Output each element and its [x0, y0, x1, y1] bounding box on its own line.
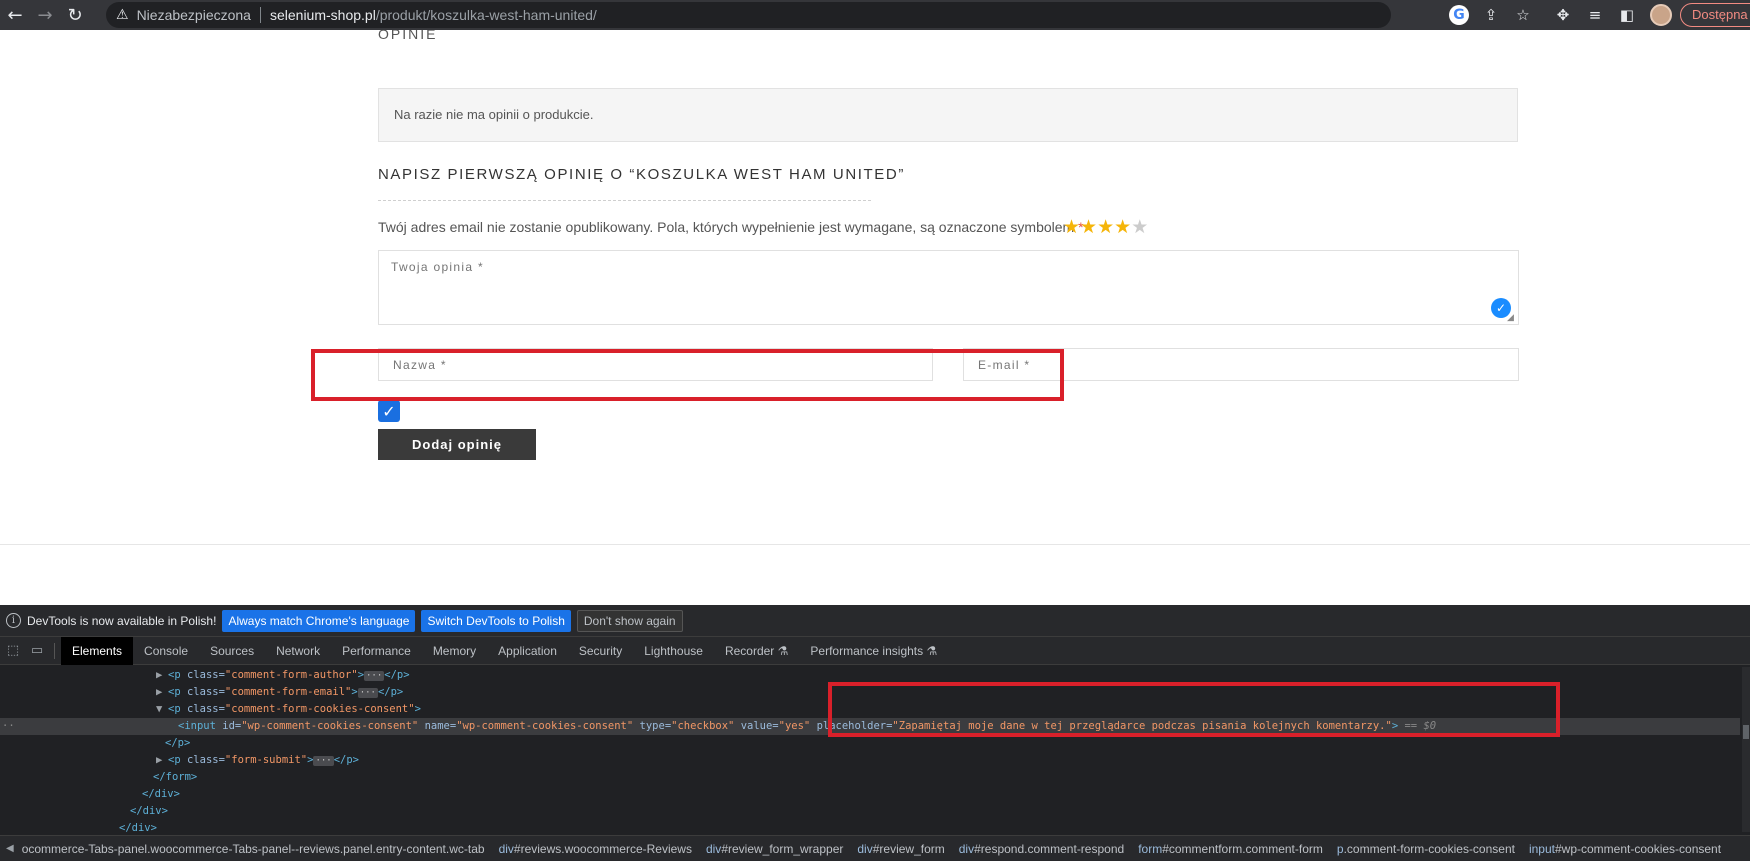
page-content: OPINIE Na razie nie ma opinii o produkci…: [0, 30, 1750, 605]
breadcrumb-item[interactable]: div#reviews.woocommerce-Reviews: [499, 842, 692, 856]
profile-avatar[interactable]: [1650, 4, 1672, 26]
rating-star-icon[interactable]: ★: [1097, 217, 1114, 237]
comment-notes-text: Twój adres email nie zostanie opublikowa…: [378, 219, 1079, 235]
comment-notes: Twój adres email nie zostanie opublikowa…: [378, 219, 1084, 235]
google-icon[interactable]: G: [1449, 5, 1469, 25]
breadcrumb-item[interactable]: ocommerce-Tabs-panel.woocommerce-Tabs-pa…: [22, 842, 485, 856]
devtools-tab-list: Elements Console Sources Network Performance…: [61, 636, 948, 665]
breadcrumb-item[interactable]: form#commentform.comment-form: [1138, 842, 1323, 856]
toolbar-separator: [54, 642, 55, 659]
collapsed-ellipsis[interactable]: ···: [364, 671, 385, 681]
match-language-button[interactable]: Always match Chrome's language: [222, 609, 416, 632]
collapse-triangle-icon[interactable]: ▼: [156, 701, 168, 718]
rating-star-icon[interactable]: ★: [1114, 217, 1131, 237]
rating-star-icon[interactable]: ★: [1131, 217, 1148, 237]
title-divider: [378, 200, 871, 201]
url-host: selenium-shop.pl: [269, 7, 376, 23]
back-icon[interactable]: ←: [0, 0, 30, 30]
devtools-tab[interactable]: Recorder ⚗: [714, 637, 799, 665]
devtools-tab[interactable]: Memory: [422, 637, 487, 665]
reviews-heading: OPINIE: [378, 30, 438, 42]
no-reviews-notice: Na razie nie ma opinii o produkcie.: [378, 88, 1518, 142]
security-label: Niezabezpieczona: [136, 7, 251, 23]
url-path: /produkt/koszulka-west-ham-united/: [375, 7, 597, 23]
devtools-tab[interactable]: Performance: [331, 637, 422, 665]
resize-handle-icon[interactable]: ◢: [1507, 313, 1517, 323]
devtools-tab[interactable]: Security: [568, 637, 633, 665]
dom-node-close-div[interactable]: </div>: [0, 786, 1740, 803]
dom-breadcrumbs: ◀ ocommerce-Tabs-panel.woocommerce-Tabs-…: [0, 835, 1750, 861]
address-bar[interactable]: ⚠ Niezabezpieczona selenium-shop.pl/prod…: [106, 2, 1391, 28]
devtools-tab[interactable]: Application: [487, 637, 568, 665]
highlight-box-checkbox: [311, 349, 1064, 401]
browser-toolbar: ← → ↻ ⚠ Niezabezpieczona selenium-shop.p…: [0, 0, 1750, 30]
reload-icon[interactable]: ↻: [60, 0, 90, 30]
dom-node-form-submit[interactable]: ▶ <p class="form-submit"> ··· </p>: [0, 752, 1740, 769]
expand-triangle-icon[interactable]: ▶: [156, 667, 168, 684]
cookies-consent-checkbox[interactable]: ✓: [378, 400, 400, 422]
devtools-tab[interactable]: Elements: [61, 636, 134, 665]
rating-star-icon[interactable]: ★: [1080, 217, 1097, 237]
breadcrumb-scroll-left-icon[interactable]: ◀: [6, 843, 14, 854]
rating-star-icon[interactable]: ★: [1063, 217, 1080, 237]
devtools-tab[interactable]: Performance insights ⚗: [799, 637, 948, 665]
breadcrumb-item[interactable]: input#wp-comment-cookies-consent: [1529, 842, 1721, 856]
info-icon: i: [6, 613, 21, 628]
review-text-input[interactable]: [379, 251, 1518, 324]
devtools-tab[interactable]: Console: [133, 637, 199, 665]
dom-node-close-div[interactable]: </div>: [0, 803, 1740, 820]
rating-stars[interactable]: ★ ★ ★ ★ ★: [1063, 217, 1148, 237]
highlight-box-placeholder: [828, 682, 1560, 737]
devtools-tabs: ⬚ ▭ Elements Console Sources Network Perform…: [0, 636, 1750, 665]
breadcrumb-item[interactable]: div#review_form: [857, 842, 944, 856]
devtools-tab[interactable]: Sources: [199, 637, 265, 665]
gutter-dots-icon[interactable]: ··: [2, 718, 15, 735]
media-queue-icon[interactable]: ≡: [1585, 5, 1605, 25]
switch-language-button[interactable]: Switch DevTools to Polish: [421, 609, 571, 632]
devtools-tab[interactable]: Network: [265, 637, 331, 665]
breadcrumb-item[interactable]: div#respond.comment-respond: [959, 842, 1124, 856]
bookmark-star-icon[interactable]: ☆: [1513, 5, 1533, 25]
collapsed-ellipsis[interactable]: ···: [357, 688, 378, 698]
address-separator: [259, 7, 261, 23]
devtools-tab[interactable]: Lighthouse: [633, 637, 714, 665]
forward-icon[interactable]: →: [30, 0, 60, 30]
elements-scrollbar[interactable]: [1742, 667, 1750, 832]
page-divider: [0, 544, 1750, 545]
inspect-element-icon[interactable]: ⬚: [2, 640, 24, 662]
scrollbar-thumb[interactable]: [1743, 725, 1749, 739]
side-panel-icon[interactable]: ◧: [1617, 5, 1637, 25]
breadcrumb-item[interactable]: p.comment-form-cookies-consent: [1337, 842, 1515, 856]
devtools-infobar: i DevTools is now available in Polish! A…: [0, 605, 1750, 637]
review-textarea[interactable]: [378, 250, 1519, 325]
share-icon[interactable]: ⇪: [1481, 5, 1501, 25]
breadcrumb-item[interactable]: div#review_form_wrapper: [706, 842, 843, 856]
review-form-title: NAPISZ PIERWSZĄ OPINIĘ O “KOSZULKA WEST …: [378, 166, 905, 183]
expand-triangle-icon[interactable]: ▶: [156, 752, 168, 769]
device-toolbar-icon[interactable]: ▭: [26, 640, 48, 662]
submit-review-button[interactable]: Dodaj opinię: [378, 429, 536, 460]
dom-node-close-p[interactable]: </p>: [0, 735, 1740, 752]
extensions-puzzle-icon[interactable]: ✥: [1553, 5, 1573, 25]
update-available-button[interactable]: Dostępna je: [1680, 3, 1750, 27]
warning-icon[interactable]: ⚠: [116, 7, 129, 23]
infobar-message: DevTools is now available in Polish!: [27, 613, 217, 628]
collapsed-ellipsis[interactable]: ···: [313, 756, 334, 766]
dont-show-again-button[interactable]: Don't show again: [576, 609, 683, 632]
dom-node-close-form[interactable]: </form>: [0, 769, 1740, 786]
expand-triangle-icon[interactable]: ▶: [156, 684, 168, 701]
